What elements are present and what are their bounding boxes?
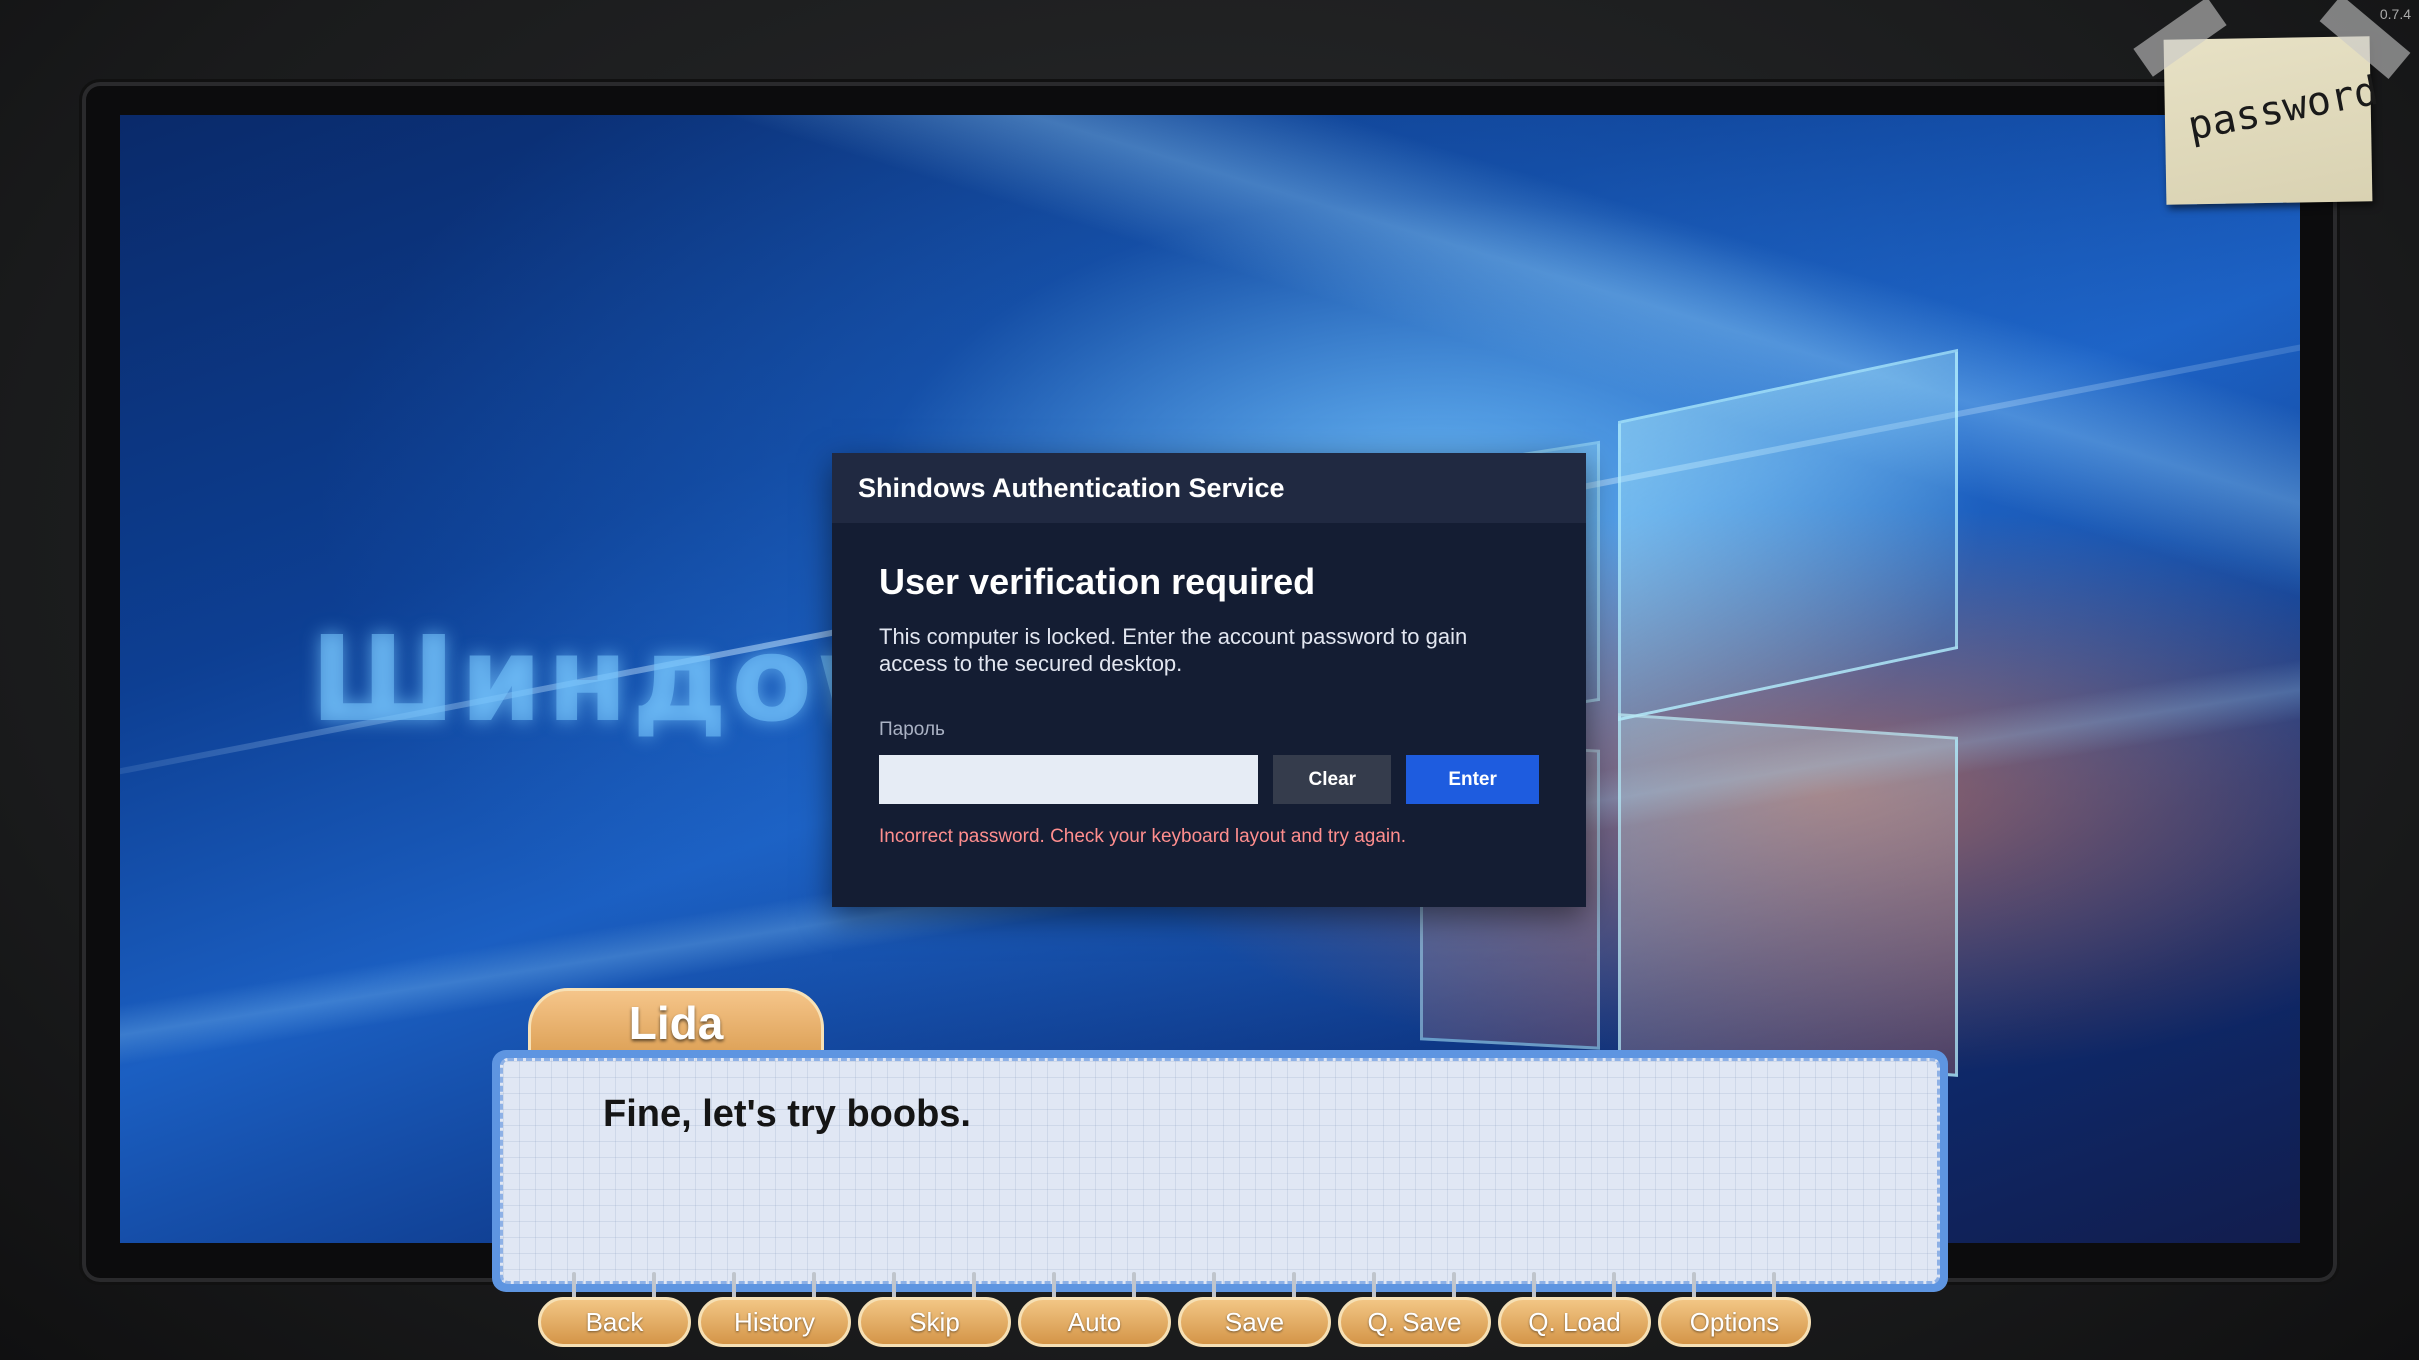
sticky-note-text: password	[2184, 67, 2383, 150]
dialogue-text: Fine, let's try boobs.	[500, 1058, 1940, 1284]
version-label: 0.7.4	[2379, 6, 2411, 22]
password-input[interactable]	[879, 755, 1259, 804]
clear-button[interactable]: Clear	[1273, 755, 1392, 804]
password-label: Пароль	[879, 719, 945, 740]
enter-button[interactable]: Enter	[1406, 755, 1539, 804]
quick-save-button[interactable]: Q. Save	[1338, 1297, 1491, 1347]
dialog-body: User verification required This computer…	[832, 523, 1586, 848]
back-button[interactable]: Back	[538, 1297, 691, 1347]
password-row: Clear Enter	[879, 755, 1539, 804]
quick-load-button[interactable]: Q. Load	[1498, 1297, 1651, 1347]
dialog-header: Shindows Authentication Service	[832, 453, 1586, 523]
history-button[interactable]: History	[698, 1297, 851, 1347]
options-button[interactable]: Options	[1658, 1297, 1811, 1347]
dialog-title: User verification required	[879, 561, 1316, 602]
dialog-description: This computer is locked. Enter the accou…	[879, 624, 1468, 676]
error-message: Incorrect password. Check your keyboard …	[879, 826, 1406, 847]
quick-menu: Back History Skip Auto Save Q. Save Q. L…	[538, 1297, 1811, 1347]
auth-dialog: Shindows Authentication Service User ver…	[832, 453, 1586, 907]
sticky-note: password	[2163, 36, 2382, 205]
dialogue-box[interactable]: Fine, let's try boobs.	[492, 1050, 1948, 1292]
auto-button[interactable]: Auto	[1018, 1297, 1171, 1347]
logo-pane	[1618, 713, 1958, 1077]
save-button[interactable]: Save	[1178, 1297, 1331, 1347]
skip-button[interactable]: Skip	[858, 1297, 1011, 1347]
